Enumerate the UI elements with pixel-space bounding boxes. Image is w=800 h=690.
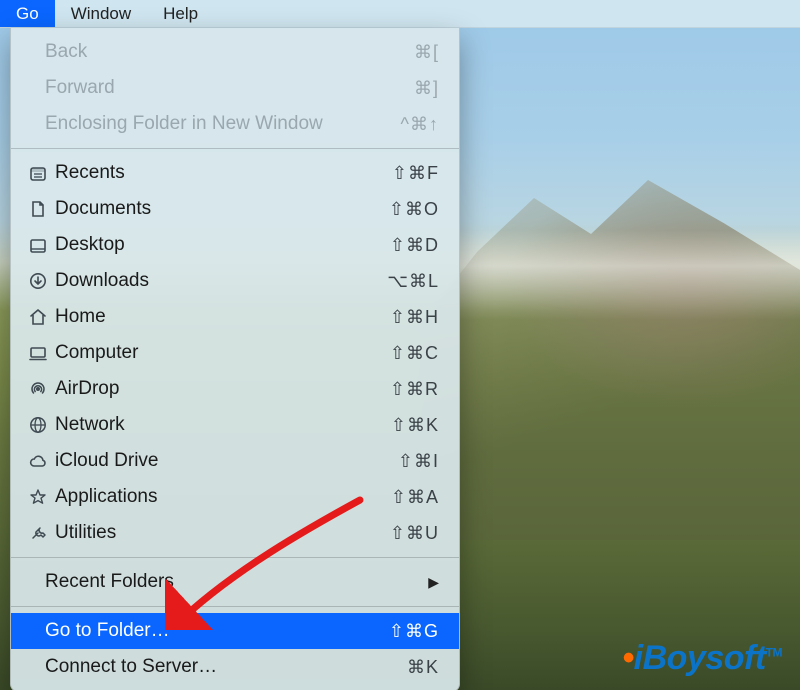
recents-icon (25, 163, 51, 183)
logo-tm: TM (766, 646, 782, 660)
menu-shortcut: ⇧⌘C (369, 343, 439, 364)
menu-label: Forward (29, 77, 369, 99)
menu-item-back: Back ⌘[ (11, 34, 459, 70)
airdrop-icon (25, 379, 51, 399)
utilities-icon (25, 523, 51, 543)
menu-shortcut: ⇧⌘K (369, 415, 439, 436)
menubar-item-window[interactable]: Window (55, 0, 147, 27)
icloud-icon (25, 451, 51, 471)
menu-shortcut: ⇧⌘D (369, 235, 439, 256)
menu-label: Applications (51, 486, 369, 508)
menu-label: AirDrop (51, 378, 369, 400)
menubar-item-help[interactable]: Help (147, 0, 214, 27)
menubar-label: Help (163, 4, 198, 24)
desktop-background: Go Window Help Back ⌘[ Forward ⌘] Enclos… (0, 0, 800, 690)
menu-label: Back (29, 41, 369, 63)
menu-shortcut: ⌥⌘L (369, 271, 439, 292)
menu-label: Enclosing Folder in New Window (29, 113, 369, 135)
menu-shortcut: ⇧⌘O (369, 199, 439, 220)
menu-item-recent-folders[interactable]: Recent Folders ▶ (11, 564, 459, 600)
menu-shortcut: ⌘K (369, 657, 439, 678)
menubar-label: Go (16, 4, 39, 24)
menu-shortcut: ⌘] (369, 78, 439, 99)
menu-item-enclosing-folder: Enclosing Folder in New Window ^⌘↑ (11, 106, 459, 142)
computer-icon (25, 343, 51, 363)
applications-icon (25, 487, 51, 507)
menu-label: Network (51, 414, 369, 436)
menu-label: Home (51, 306, 369, 328)
menu-item-network[interactable]: Network ⇧⌘K (11, 407, 459, 443)
network-icon (25, 415, 51, 435)
menu-label: Go to Folder… (29, 620, 369, 642)
home-icon (25, 307, 51, 327)
menu-item-applications[interactable]: Applications ⇧⌘A (11, 479, 459, 515)
menu-item-airdrop[interactable]: AirDrop ⇧⌘R (11, 371, 459, 407)
menu-item-recents[interactable]: Recents ⇧⌘F (11, 155, 459, 191)
menu-shortcut: ⇧⌘G (369, 621, 439, 642)
downloads-icon (25, 271, 51, 291)
menu-label: Desktop (51, 234, 369, 256)
wallpaper-fog (460, 230, 800, 320)
menu-item-documents[interactable]: Documents ⇧⌘O (11, 191, 459, 227)
menu-shortcut: ⌘[ (369, 42, 439, 63)
go-menu-dropdown: Back ⌘[ Forward ⌘] Enclosing Folder in N… (10, 28, 460, 690)
desktop-icon (25, 235, 51, 255)
menu-item-downloads[interactable]: Downloads ⌥⌘L (11, 263, 459, 299)
menu-shortcut: ⇧⌘I (369, 451, 439, 472)
menu-label: Connect to Server… (29, 656, 369, 678)
logo-text-2: soft (705, 639, 765, 677)
documents-icon (25, 199, 51, 219)
menu-item-forward: Forward ⌘] (11, 70, 459, 106)
menu-item-utilities[interactable]: Utilities ⇧⌘U (11, 515, 459, 551)
menu-label: Utilities (51, 522, 369, 544)
menubar-item-go[interactable]: Go (0, 0, 55, 27)
menu-item-connect-to-server[interactable]: Connect to Server… ⌘K (11, 649, 459, 685)
menu-separator (11, 606, 459, 607)
watermark-logo: •iBoysoftTM (622, 639, 782, 678)
submenu-arrow-icon: ▶ (428, 574, 439, 591)
logo-dot: • (622, 639, 633, 677)
menu-shortcut: ⇧⌘R (369, 379, 439, 400)
menu-shortcut: ⇧⌘U (369, 523, 439, 544)
menu-shortcut: ⇧⌘H (369, 307, 439, 328)
menu-label: Downloads (51, 270, 369, 292)
menu-label: iCloud Drive (51, 450, 369, 472)
menu-item-desktop[interactable]: Desktop ⇧⌘D (11, 227, 459, 263)
menubar: Go Window Help (0, 0, 800, 28)
menu-shortcut: ^⌘↑ (369, 114, 439, 135)
menubar-label: Window (71, 4, 131, 24)
menu-label: Recents (51, 162, 369, 184)
menu-label: Computer (51, 342, 369, 364)
menu-shortcut: ⇧⌘A (369, 487, 439, 508)
menu-item-go-to-folder[interactable]: Go to Folder… ⇧⌘G (11, 613, 459, 649)
menu-item-computer[interactable]: Computer ⇧⌘C (11, 335, 459, 371)
menu-label: Documents (51, 198, 369, 220)
menu-item-icloud-drive[interactable]: iCloud Drive ⇧⌘I (11, 443, 459, 479)
logo-text-1: iBoy (634, 639, 706, 677)
menu-shortcut: ⇧⌘F (369, 163, 439, 184)
menu-item-home[interactable]: Home ⇧⌘H (11, 299, 459, 335)
menu-separator (11, 557, 459, 558)
menu-label: Recent Folders (29, 571, 428, 593)
menu-separator (11, 148, 459, 149)
